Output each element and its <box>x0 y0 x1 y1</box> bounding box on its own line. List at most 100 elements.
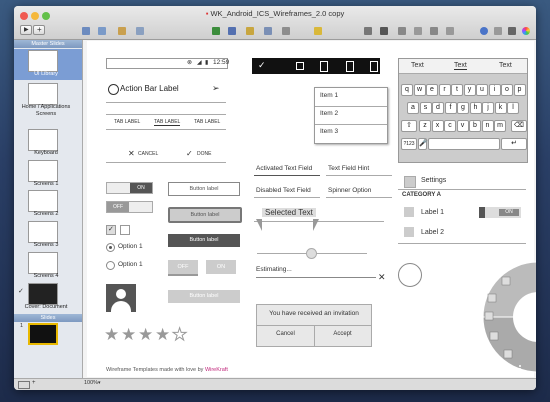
key-o[interactable]: o <box>501 84 513 96</box>
key-i[interactable]: i <box>488 84 501 96</box>
pie-item-icon[interactable] <box>489 331 499 341</box>
slider-thumb[interactable] <box>306 248 317 259</box>
footer-brand-link[interactable]: WireKraft <box>205 367 228 373</box>
key-m[interactable]: m <box>494 120 506 132</box>
alpha-icon[interactable] <box>414 27 422 35</box>
media-browser-icon[interactable] <box>494 27 502 35</box>
sidebar-item-screens-4[interactable]: Screens 4 <box>16 273 76 280</box>
master-thumbnail-keyboard[interactable] <box>28 129 58 151</box>
star-icon[interactable]: ★ <box>104 326 119 343</box>
key-f[interactable]: f <box>444 102 457 114</box>
suggestion-3[interactable]: Text <box>499 62 512 69</box>
list-item[interactable]: Item 3 <box>320 128 338 135</box>
ungroup-icon[interactable] <box>446 27 454 35</box>
key-c[interactable]: c <box>444 120 456 132</box>
shapes-icon[interactable] <box>264 27 272 35</box>
list-item[interactable]: Item 1 <box>320 92 338 99</box>
key-h[interactable]: h <box>469 102 482 114</box>
phone-icon[interactable] <box>320 61 328 72</box>
key-t[interactable]: t <box>451 84 463 96</box>
master-thumbnail-screens-2[interactable] <box>28 190 58 212</box>
sidebar-item-keyboard[interactable]: Keyboard <box>16 150 76 157</box>
quick-action-pie-menu[interactable] <box>460 254 536 378</box>
master-thumbnail-home[interactable] <box>28 83 58 105</box>
selection-handle-left[interactable] <box>256 219 262 231</box>
star-icon[interactable]: ★ <box>155 326 170 343</box>
hint-text-field[interactable]: Text Field Hint <box>328 165 369 172</box>
slide-thumbnail-1[interactable] <box>28 323 58 345</box>
chevron-down-icon[interactable]: ▾ <box>98 380 101 386</box>
star-icon[interactable]: ★ <box>121 326 136 343</box>
chart-icon[interactable] <box>228 27 236 35</box>
checkbox-unchecked[interactable] <box>120 225 130 235</box>
key-b[interactable]: b <box>469 120 481 132</box>
button-pressed[interactable]: Button label <box>168 234 240 247</box>
backspace-key[interactable]: ⌫ <box>511 120 527 132</box>
key-k[interactable]: k <box>494 102 507 114</box>
master-thumbnail-cover[interactable] <box>28 283 58 305</box>
key-u[interactable]: u <box>476 84 488 96</box>
sidebar-item-screens-2[interactable]: Screens 2 <box>16 211 76 218</box>
key-x[interactable]: x <box>431 120 444 132</box>
settings-label[interactable]: Settings <box>421 177 446 184</box>
sidebar-item-home[interactable]: Home / Applications Screens <box>16 104 76 118</box>
colors-icon[interactable] <box>522 27 530 35</box>
new-slide-icon[interactable] <box>136 27 144 35</box>
media-icon[interactable] <box>282 27 290 35</box>
select-all-icon[interactable] <box>296 62 304 70</box>
tab-2[interactable]: TAB LABEL <box>154 119 181 126</box>
button-default[interactable]: Button label <box>168 182 240 196</box>
checkbox-checked[interactable]: ✓ <box>106 225 116 235</box>
tab-3[interactable]: TAB LABEL <box>194 119 220 125</box>
tab-1[interactable]: TAB LABEL <box>114 119 140 125</box>
view-icon[interactable] <box>82 27 90 35</box>
key-a[interactable]: a <box>407 102 419 114</box>
radio-checked[interactable] <box>106 243 115 252</box>
radio-unchecked[interactable] <box>106 261 115 270</box>
cancel-button[interactable]: CANCEL <box>138 151 158 157</box>
pie-item-icon[interactable] <box>487 293 497 303</box>
app-icon[interactable] <box>108 84 119 95</box>
play-button[interactable]: ▶ <box>20 25 32 35</box>
toggle-button-off[interactable]: OFF <box>168 260 198 276</box>
suggestion-2[interactable]: Text <box>454 62 467 70</box>
star-empty-icon[interactable]: ★ <box>171 326 187 344</box>
pie-item-icon[interactable] <box>484 311 494 321</box>
sidebar-item-cover[interactable]: Cover: Document <box>16 304 76 311</box>
suggestion-1[interactable]: Text <box>411 62 424 69</box>
key-e[interactable]: e <box>426 84 438 96</box>
selection-handle-right[interactable] <box>313 219 319 231</box>
add-icon[interactable]: + <box>32 380 36 386</box>
text-box-icon[interactable] <box>246 27 254 35</box>
disabled-text-field[interactable]: Disabled Text Field <box>256 187 311 194</box>
table-icon[interactable] <box>212 27 220 35</box>
key-j[interactable]: j <box>482 102 494 114</box>
space-key[interactable] <box>428 138 500 150</box>
spinner[interactable]: Spinner Option <box>328 187 371 194</box>
dialog-cancel-button[interactable]: Cancel <box>257 331 314 337</box>
key-l[interactable]: l <box>507 102 519 114</box>
toggle-button-on[interactable]: ON <box>206 260 236 274</box>
list-item[interactable]: Item 2 <box>320 110 338 117</box>
microphone-icon[interactable]: 🎤 <box>418 138 428 150</box>
sidebar-item-ui-library[interactable]: UI Library <box>16 71 76 78</box>
fonts-icon[interactable] <box>508 27 516 35</box>
key-w[interactable]: w <box>413 84 426 96</box>
send-icon[interactable]: ➢ <box>212 83 220 94</box>
key-n[interactable]: n <box>481 120 494 132</box>
zoom-level[interactable]: 100% <box>84 380 98 386</box>
star-icon[interactable]: ★ <box>138 326 153 343</box>
key-d[interactable]: d <box>432 102 444 114</box>
done-button[interactable]: DONE <box>197 151 211 157</box>
tips-icon[interactable] <box>380 27 388 35</box>
share-icon[interactable] <box>364 27 372 35</box>
paste-icon[interactable] <box>370 61 378 72</box>
copy-icon[interactable] <box>346 61 354 72</box>
master-thumbnail-screens-1[interactable] <box>28 160 58 182</box>
selected-text[interactable]: Selected Text <box>262 208 316 217</box>
master-thumbnail-screens-3[interactable] <box>28 221 58 243</box>
enter-key[interactable]: ↵ <box>501 138 527 150</box>
close-icon[interactable]: ✕ <box>378 272 386 283</box>
toggle-on[interactable]: ON <box>106 182 153 194</box>
sidebar-item-screens-3[interactable]: Screens 3 <box>16 242 76 249</box>
